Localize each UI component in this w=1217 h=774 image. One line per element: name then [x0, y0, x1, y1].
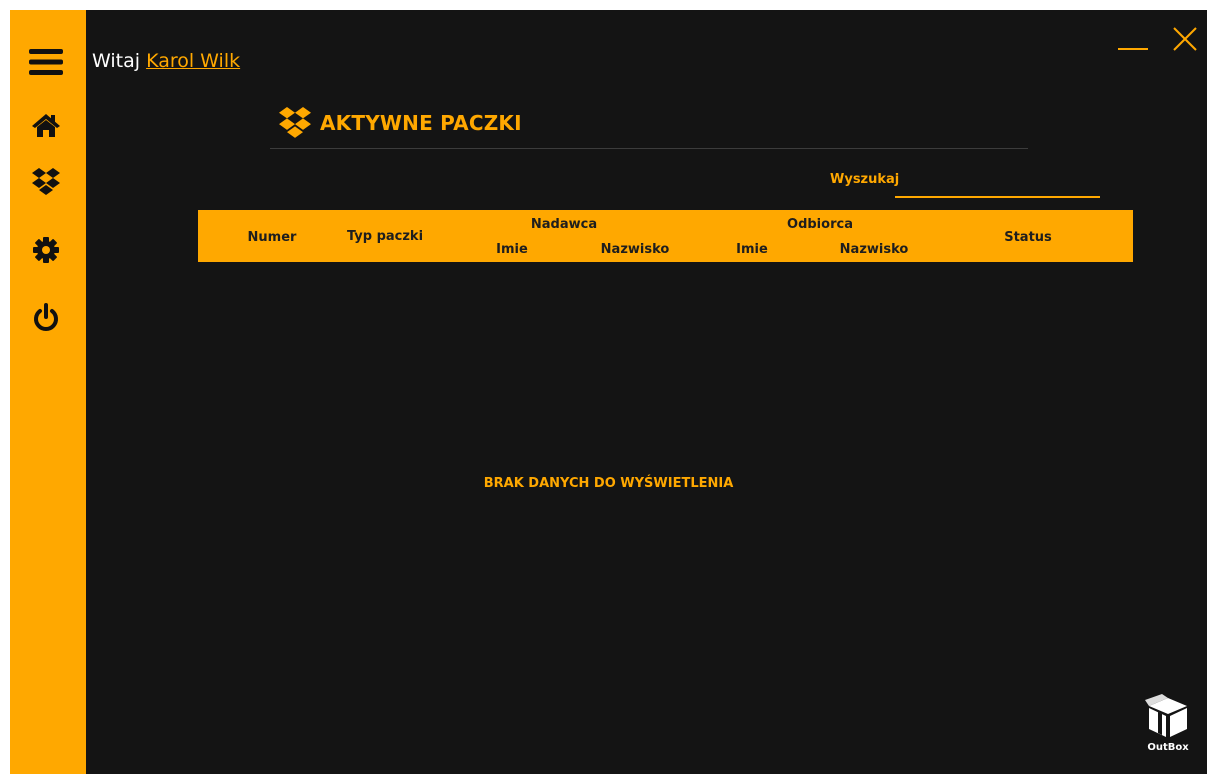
header-divider: [270, 148, 1028, 149]
column-nadawca-imie[interactable]: Imie: [496, 242, 528, 257]
hamburger-menu-icon: [29, 49, 63, 75]
column-status[interactable]: Status: [1004, 230, 1052, 245]
sidebar: [10, 10, 86, 774]
page-title: AKTYWNE PACZKI: [320, 111, 522, 135]
column-typ-paczki[interactable]: Typ paczki: [347, 229, 423, 244]
column-group-nadawca: Nadawca: [530, 217, 598, 232]
dropbox-icon: [279, 107, 311, 138]
column-odbiorca-imie[interactable]: Imie: [736, 242, 768, 257]
home-button[interactable]: [24, 105, 68, 145]
packages-button[interactable]: [24, 162, 68, 202]
logo-text: OutBox: [1147, 742, 1189, 753]
search-input[interactable]: [895, 176, 1100, 198]
close-button[interactable]: [1170, 24, 1200, 54]
table-header: Numer Typ paczki Nadawca Imie Nazwisko O…: [198, 210, 1133, 262]
greeting: Witaj Karol Wilk: [92, 50, 240, 72]
outbox-logo: OutBox: [1143, 694, 1193, 772]
column-nadawca-nazwisko[interactable]: Nazwisko: [601, 242, 670, 257]
search-label: Wyszukaj: [830, 172, 900, 187]
column-numer[interactable]: Numer: [248, 230, 297, 245]
menu-button[interactable]: [24, 42, 68, 82]
user-name-link[interactable]: Karol Wilk: [146, 50, 240, 72]
close-icon: [1173, 27, 1197, 51]
page-header: AKTYWNE PACZKI: [276, 102, 522, 144]
minimize-icon: [1118, 48, 1148, 50]
power-icon: [34, 303, 58, 331]
settings-button[interactable]: [24, 230, 68, 270]
gear-icon: [33, 237, 59, 263]
home-icon: [32, 114, 60, 137]
empty-table-message: BRAK DANYCH DO WYŚWIETLENIA: [483, 476, 734, 491]
greeting-text: Witaj: [92, 50, 141, 72]
outbox-box-icon: [1145, 694, 1187, 737]
logout-button[interactable]: [24, 298, 68, 338]
column-odbiorca-nazwisko[interactable]: Nazwisko: [840, 242, 909, 257]
app-window: Witaj Karol Wilk AKTYWNE PACZKI Wyszukaj…: [10, 10, 1207, 774]
column-group-odbiorca: Odbiorca: [787, 217, 853, 232]
minimize-button[interactable]: [1116, 34, 1150, 60]
dropbox-icon: [32, 168, 60, 195]
